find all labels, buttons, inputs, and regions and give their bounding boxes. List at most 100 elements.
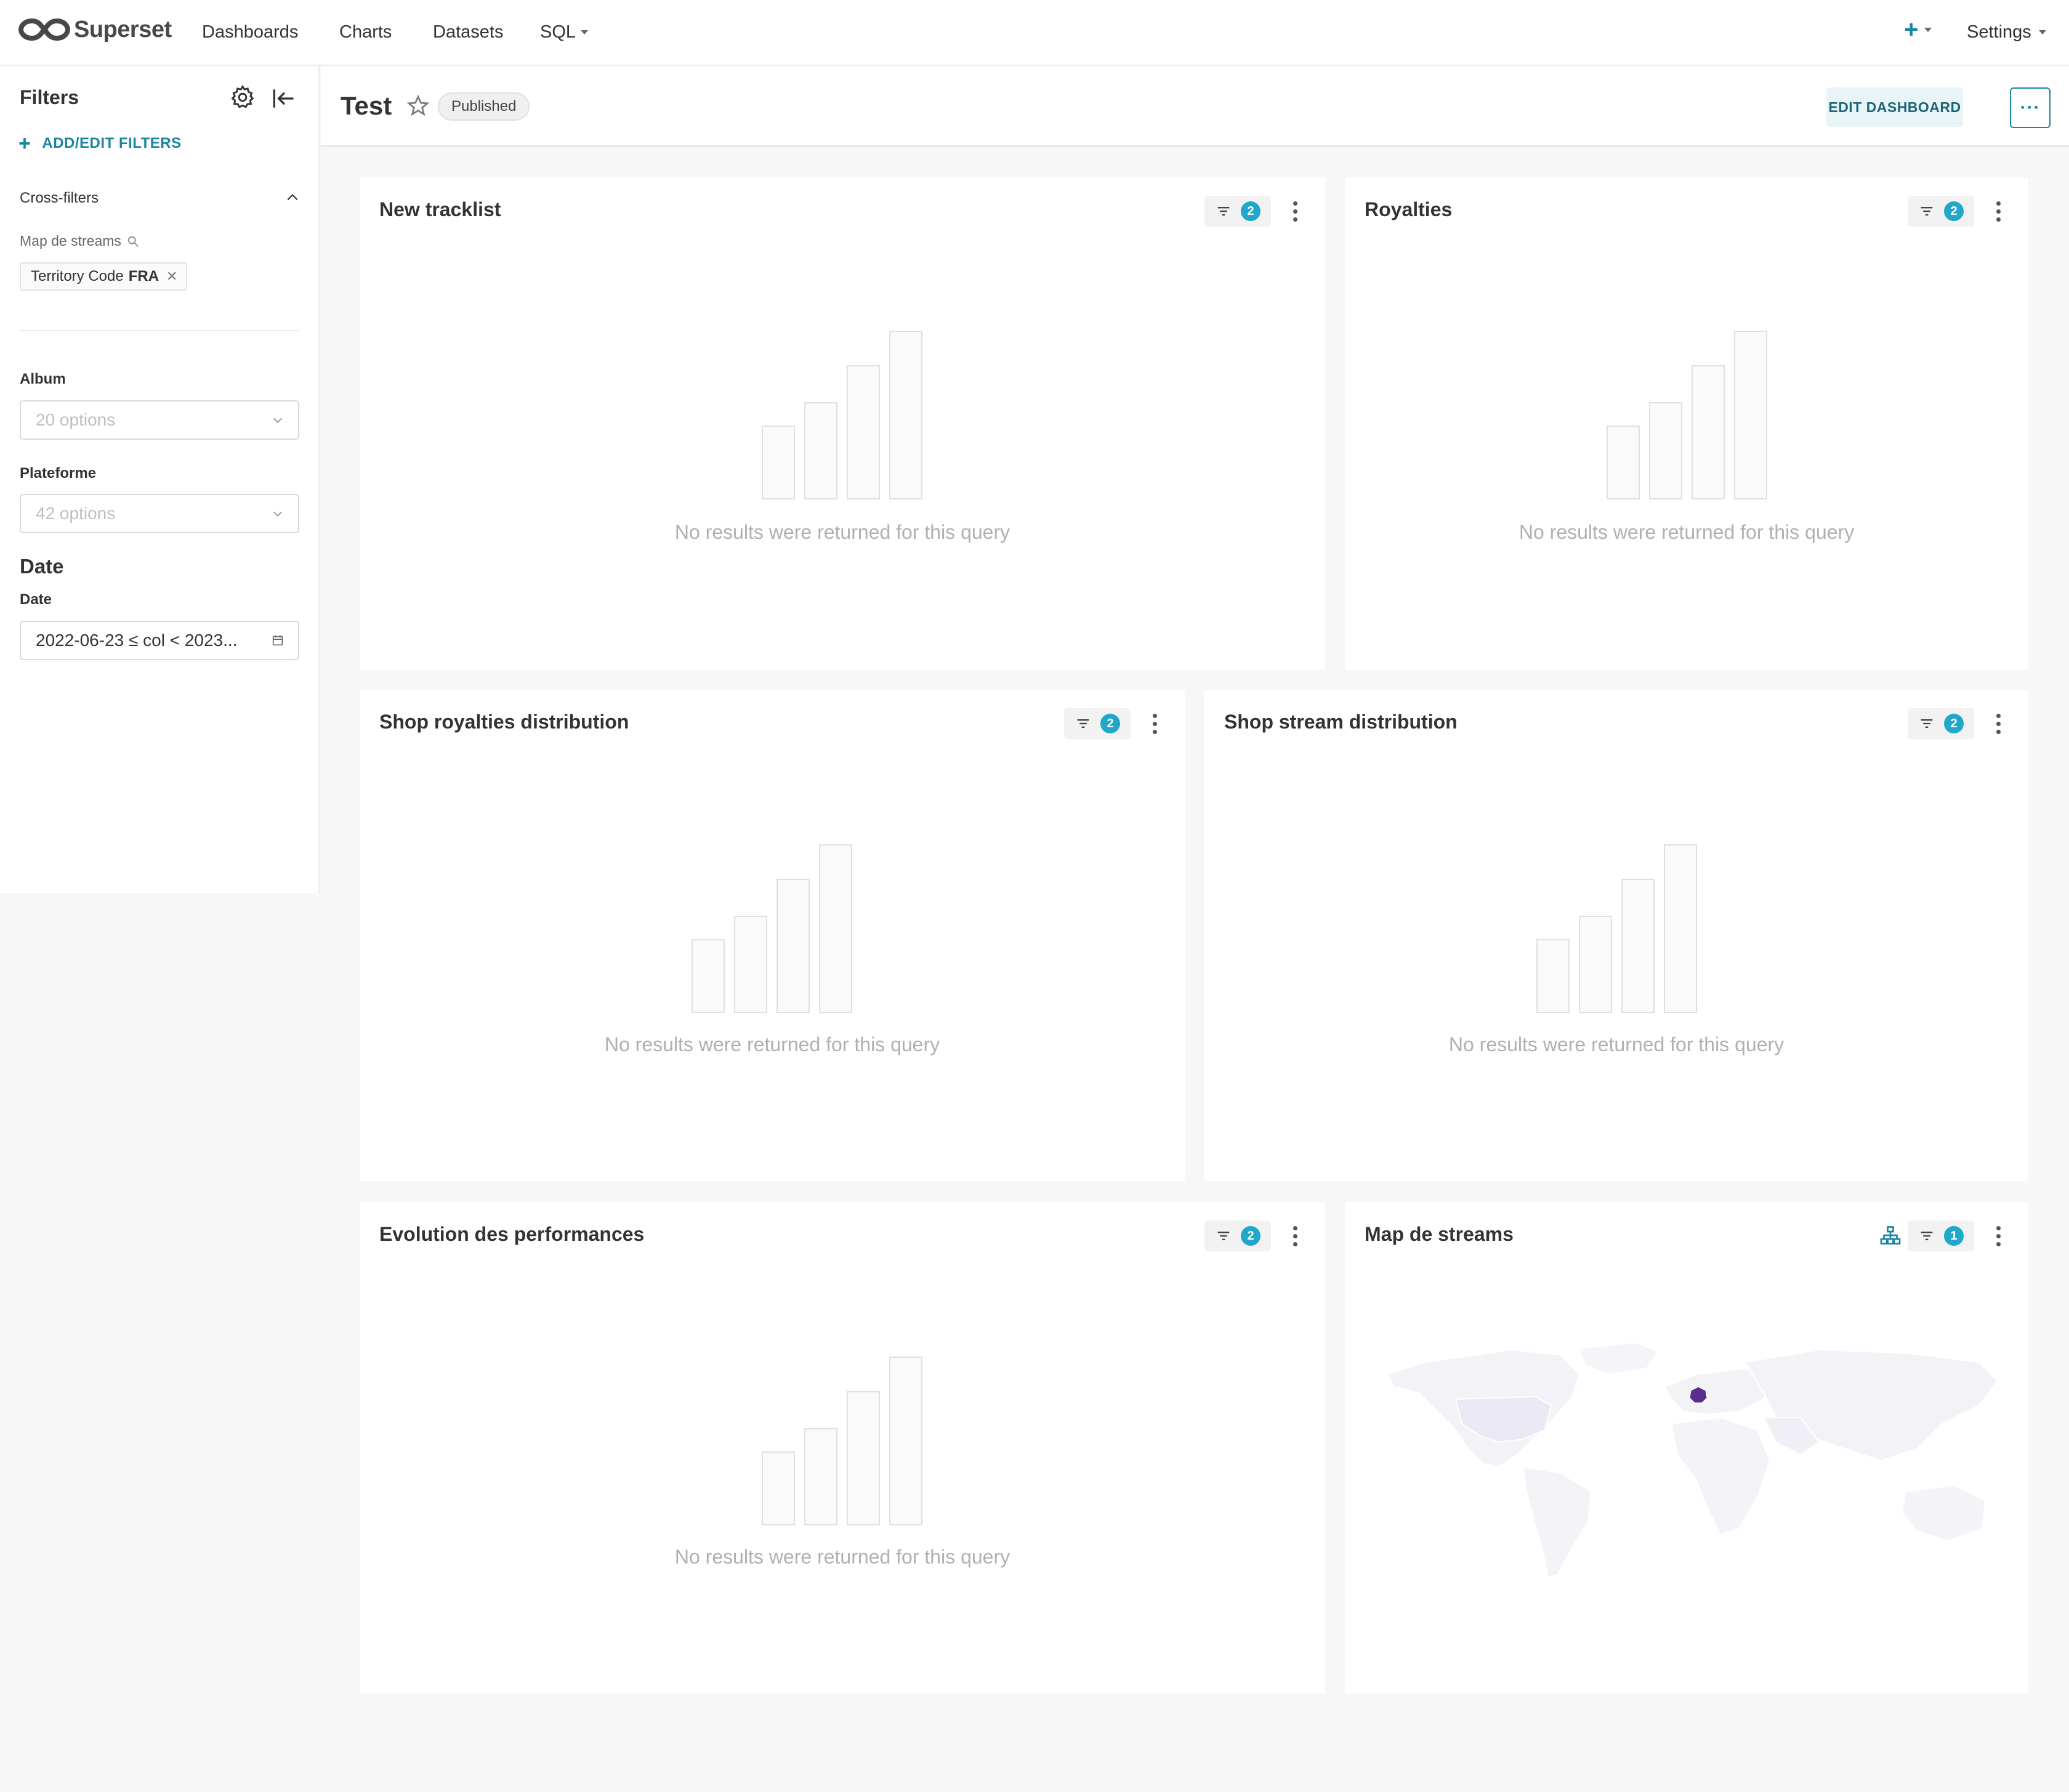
filter-count-badge: 2 <box>1241 201 1260 221</box>
divider <box>20 330 299 331</box>
nav-sql-menu[interactable]: SQL <box>540 22 589 42</box>
nav-charts[interactable]: Charts <box>339 22 392 42</box>
filter-indicator[interactable]: 2 <box>1908 708 1974 739</box>
cross-filter-source[interactable]: Map de streams <box>20 233 140 249</box>
cross-filter-source-label: Map de streams <box>20 233 121 249</box>
chevron-down-icon <box>273 511 283 517</box>
map-region-africa <box>1670 1416 1771 1536</box>
plateforme-filter-select[interactable]: 42 options <box>20 494 299 533</box>
more-vertical-icon[interactable] <box>1989 1221 2007 1251</box>
filter-indicator[interactable]: 1 <box>1908 1221 1974 1251</box>
new-item-menu[interactable]: + <box>1904 17 1932 42</box>
plus-icon: + <box>18 132 31 155</box>
date-filter-label: Date <box>20 591 52 608</box>
filter-count-badge: 2 <box>1944 714 1964 733</box>
close-icon[interactable]: ✕ <box>166 268 177 285</box>
empty-chart-icon <box>1607 331 1767 499</box>
filter-icon <box>1921 1232 1933 1240</box>
plateforme-filter-label: Plateforme <box>20 465 97 482</box>
plus-icon: + <box>1904 16 1919 43</box>
chart-title: Royalties <box>1365 198 1453 220</box>
chart-card: Evolution des performances 2 No results … <box>360 1202 1325 1693</box>
filter-icon <box>1921 207 1933 216</box>
filter-indicator[interactable]: 2 <box>1908 196 1974 227</box>
more-options-button[interactable]: ··· <box>2010 87 2051 128</box>
map-chart-card: Map de streams 1 <box>1345 1202 2028 1693</box>
chart-card: New tracklist 2 No results were returned… <box>360 177 1325 670</box>
map-region-australia <box>1901 1484 1986 1542</box>
date-range-value: 2022-06-23 ≤ col < 2023... <box>36 631 238 650</box>
superset-logo-icon <box>18 18 70 41</box>
empty-chart-icon <box>762 331 922 499</box>
search-icon <box>127 236 139 247</box>
nav-sql-label: SQL <box>540 22 576 42</box>
chart-title: Map de streams <box>1365 1223 1514 1245</box>
star-icon[interactable] <box>406 94 430 118</box>
chart-title: Shop royalties distribution <box>379 711 629 733</box>
nav-dashboards[interactable]: Dashboards <box>202 22 298 42</box>
filter-count-badge: 2 <box>1100 714 1120 733</box>
more-vertical-icon[interactable] <box>1989 708 2007 739</box>
album-filter-select[interactable]: 20 options <box>20 400 299 440</box>
more-vertical-icon[interactable] <box>1286 1221 1304 1251</box>
date-section-title: Date <box>20 555 64 578</box>
caret-down-icon <box>2038 30 2046 34</box>
hierarchy-icon[interactable] <box>1879 1224 1902 1246</box>
chart-card: Royalties 2 No results were returned for… <box>1345 177 2028 670</box>
map-region-greenland <box>1578 1341 1660 1376</box>
chevron-down-icon <box>273 418 283 423</box>
nav-datasets[interactable]: Datasets <box>433 22 503 42</box>
settings-menu[interactable]: Settings <box>1967 22 2046 42</box>
cross-filter-tag-value: FRA <box>128 268 159 285</box>
collapse-icon[interactable] <box>270 85 297 112</box>
chart-title: Shop stream distribution <box>1224 711 1458 733</box>
empty-chart-icon <box>692 844 852 1013</box>
status-badge[interactable]: Published <box>438 92 530 121</box>
gear-icon[interactable] <box>229 84 256 111</box>
chart-card: Shop royalties distribution 2 No results… <box>360 690 1185 1181</box>
brand-logo[interactable]: Superset <box>18 15 172 44</box>
world-map[interactable] <box>1376 1338 2014 1584</box>
album-filter-placeholder: 20 options <box>36 410 116 429</box>
edit-dashboard-button[interactable]: EDIT DASHBOARD <box>1826 87 1963 127</box>
settings-label: Settings <box>1967 22 2031 42</box>
dashboard-title[interactable]: Test <box>341 91 392 121</box>
cross-filter-tag-name: Territory Code <box>31 268 124 285</box>
album-filter-label: Album <box>20 371 66 387</box>
empty-message: No results were returned for this query <box>674 1546 1010 1568</box>
date-range-input[interactable]: 2022-06-23 ≤ col < 2023... <box>20 621 299 660</box>
filter-indicator[interactable]: 2 <box>1064 708 1131 739</box>
brand-name: Superset <box>74 16 172 42</box>
filter-indicator[interactable]: 2 <box>1204 1221 1271 1251</box>
filter-sidebar: Filters + ADD/EDIT FILTERS Cross-filters… <box>0 67 320 893</box>
filter-count-badge: 1 <box>1944 1226 1964 1246</box>
empty-chart-icon <box>1536 844 1697 1013</box>
chevron-up-icon[interactable] <box>284 190 300 206</box>
more-vertical-icon[interactable] <box>1145 708 1164 739</box>
chart-card: Shop stream distribution 2 No results we… <box>1204 690 2028 1181</box>
caret-down-icon <box>581 30 589 34</box>
plateforme-filter-placeholder: 42 options <box>36 504 116 523</box>
empty-chart-icon <box>762 1357 922 1525</box>
sidebar-title: Filters <box>20 86 79 108</box>
chart-title: Evolution des performances <box>379 1223 645 1245</box>
calendar-icon <box>272 635 283 646</box>
add-edit-filters-button[interactable]: + ADD/EDIT FILTERS <box>18 132 182 155</box>
filter-icon <box>1921 719 1933 728</box>
chart-title: New tracklist <box>379 198 501 220</box>
cross-filters-title: Cross-filters <box>20 190 99 206</box>
filter-count-badge: 2 <box>1944 201 1964 221</box>
add-edit-filters-label: ADD/EDIT FILTERS <box>42 135 182 151</box>
caret-down-icon <box>1924 27 1932 32</box>
cross-filter-tag: Territory Code FRA ✕ <box>20 262 188 291</box>
filter-count-badge: 2 <box>1241 1226 1260 1246</box>
empty-message: No results were returned for this query <box>1448 1033 1785 1055</box>
more-vertical-icon[interactable] <box>1989 196 2007 227</box>
filter-indicator[interactable]: 2 <box>1204 196 1271 227</box>
empty-message: No results were returned for this query <box>674 521 1010 543</box>
filter-icon <box>1077 719 1089 728</box>
more-vertical-icon[interactable] <box>1286 196 1304 227</box>
filter-icon <box>1217 207 1230 216</box>
map-region-south-america <box>1522 1466 1592 1579</box>
filter-icon <box>1217 1232 1230 1240</box>
